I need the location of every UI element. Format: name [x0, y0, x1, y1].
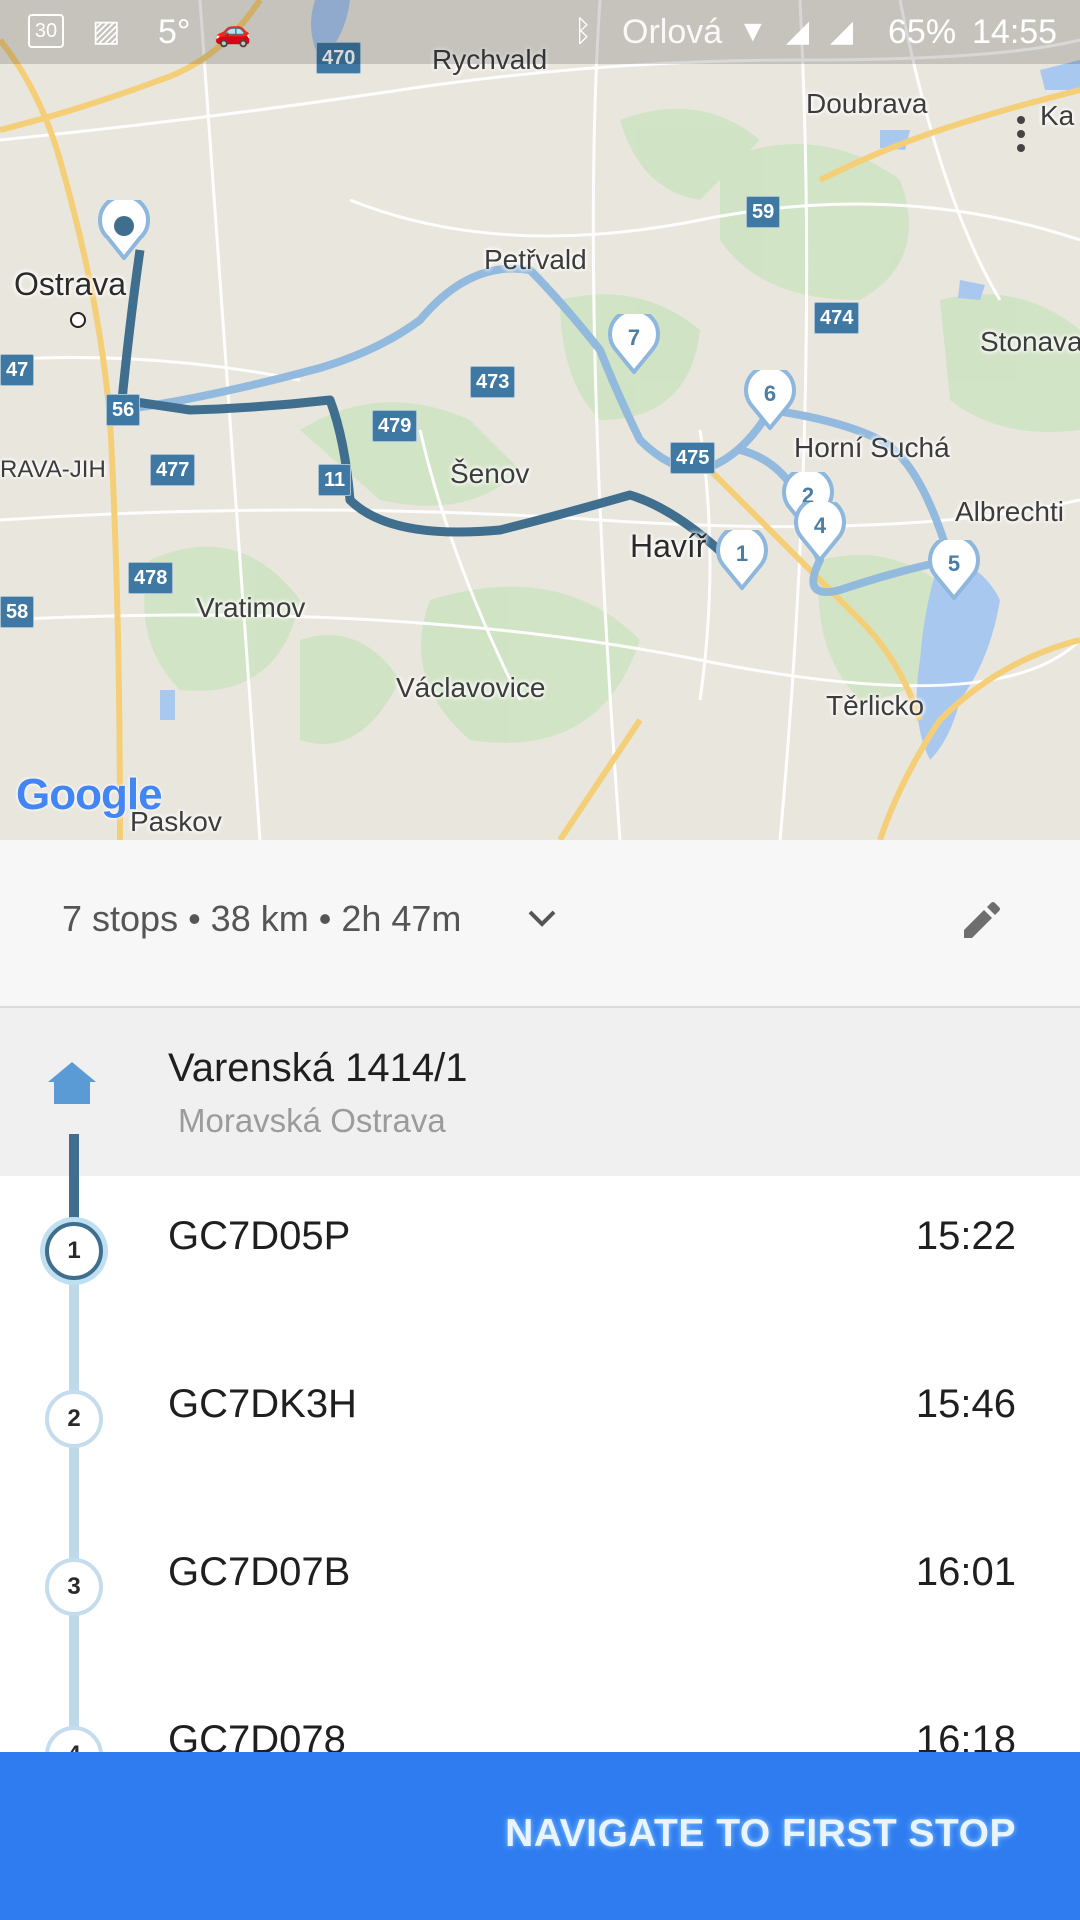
clock: 14:55 [972, 13, 1058, 51]
navigate-button-label: NAVIGATE TO FIRST STOP [505, 1812, 1016, 1855]
chevron-down-icon[interactable] [522, 904, 562, 934]
temperature: 5° [158, 13, 191, 51]
place-label-rava-jih: RAVA-JIH [0, 456, 106, 483]
road-badge-47: 47 [0, 354, 35, 386]
place-label-horni-sucha: Horní Suchá [794, 432, 950, 463]
bluetooth-icon: ᛒ [574, 15, 592, 48]
map-pin-icon [98, 200, 150, 260]
stop-number-badge: 2 [45, 1390, 103, 1448]
road-badge-58: 58 [0, 596, 35, 628]
stop-eta: 16:01 [915, 1550, 1016, 1594]
place-label-vaclavovice: Václavovice [396, 672, 546, 703]
stop-name: GC7D05P [168, 1214, 351, 1258]
start-location-title: Varenská 1414/1 [168, 1046, 468, 1090]
place-label-doubrava: Doubrava [806, 88, 928, 119]
route-map[interactable]: Rychvald Doubrava Ka Ostrava Petřvald St… [0, 0, 1080, 840]
start-location-pin[interactable] [98, 200, 150, 260]
place-label-albrechtice: Albrechti [955, 496, 1064, 527]
stop-row[interactable]: GC7D07B 16:01 [0, 1512, 1080, 1680]
image-icon: ▨ [92, 15, 121, 48]
start-location-row[interactable]: Varenská 1414/1 Moravská Ostrava [0, 1008, 1080, 1176]
stop-name: GC7DK3H [168, 1382, 357, 1426]
stop-name: GC7D07B [168, 1550, 351, 1594]
road-badge-56: 56 [106, 394, 141, 426]
place-label-ka: Ka [1040, 100, 1075, 131]
navigate-to-first-stop-button[interactable]: NAVIGATE TO FIRST STOP [0, 1752, 1080, 1920]
carrier-text: Orlová [622, 13, 723, 51]
map-pin-stop-4[interactable]: 4 [794, 502, 846, 562]
place-label-vratimov: Vratimov [196, 592, 306, 623]
stop-number-badge: 3 [45, 1558, 103, 1616]
stop-eta: 15:46 [915, 1382, 1016, 1426]
route-summary-text: 7 stops • 38 km • 2h 47m [62, 898, 462, 939]
map-pin-stop-6[interactable]: 6 [744, 370, 796, 430]
battery-percent: 65% [888, 13, 957, 51]
home-icon [46, 1060, 98, 1111]
start-location-subtitle: Moravská Ostrava [178, 1102, 446, 1139]
map-pin-label: 5 [947, 551, 961, 576]
map-pin-label: 1 [735, 541, 749, 566]
place-label-havirov: Havíř [630, 528, 707, 564]
road-badge-473: 473 [470, 366, 516, 398]
place-label-ostrava: Ostrava [14, 266, 127, 302]
google-logo: Google [16, 770, 163, 820]
status-bar: 30 ▨ 5° 🚗 ᛒ Orlová ▼ ◢ ◢ 65% 14:55 [0, 0, 1080, 64]
road-badge-474: 474 [814, 302, 860, 334]
stop-row[interactable]: GC7DK3H 15:46 [0, 1344, 1080, 1512]
place-label-terlicko: Těrlicko [826, 690, 925, 721]
road-badge-475: 475 [670, 442, 716, 474]
google-logo-text: Google [16, 770, 163, 819]
road-badge-59: 59 [746, 196, 781, 228]
map-pin-stop-5[interactable]: 5 [928, 540, 980, 600]
map-pin-stop-1[interactable]: 1 [716, 530, 768, 590]
stop-row[interactable]: GC7D05P 15:22 [0, 1176, 1080, 1344]
stop-number-badge: 1 [45, 1222, 103, 1280]
edit-pencil-icon[interactable] [958, 900, 1002, 944]
road-badge-479: 479 [372, 410, 418, 442]
map-pin-label: 4 [813, 513, 827, 538]
signal-icon: ◢ [786, 15, 810, 48]
overflow-menu-icon[interactable] [1010, 112, 1032, 162]
place-label-senov: Šenov [450, 458, 530, 489]
wifi-icon: ▼ [738, 15, 768, 48]
map-pin-label: 7 [627, 325, 641, 350]
road-badge-478: 478 [128, 562, 174, 594]
map-pin-stop-7[interactable]: 7 [608, 314, 660, 374]
calendar-day: 30 [34, 20, 58, 42]
place-label-petrvald: Petřvald [484, 244, 587, 275]
place-label-stonava: Stonava [980, 326, 1080, 357]
calendar-icon: 30 [28, 14, 64, 48]
road-badge-11: 11 [318, 464, 352, 496]
road-badge-477: 477 [150, 454, 196, 486]
map-pin-label: 6 [763, 381, 777, 406]
car-icon: 🚗 [214, 15, 252, 48]
stop-eta: 15:22 [915, 1214, 1016, 1258]
signal-icon-2: ◢ [830, 15, 854, 48]
